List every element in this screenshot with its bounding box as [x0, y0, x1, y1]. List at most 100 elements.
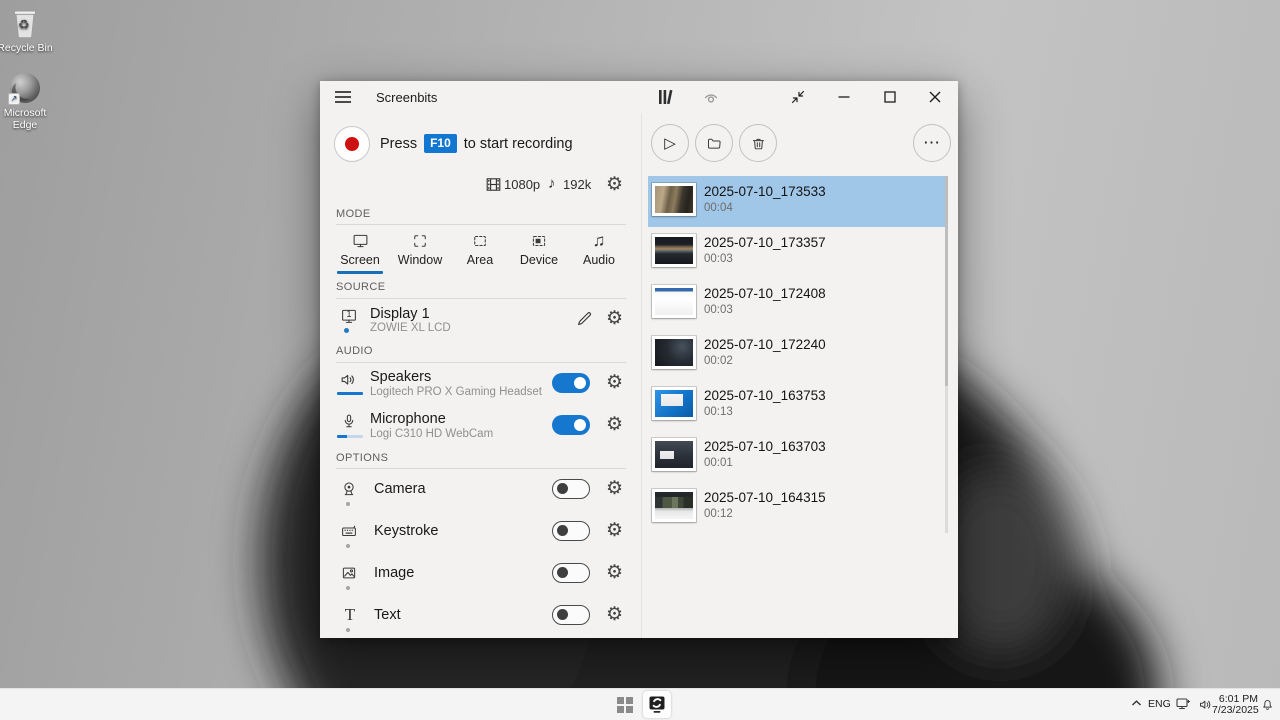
tray-clock[interactable]: 6:01 PM 7/23/2025 — [1212, 694, 1258, 716]
close-button[interactable] — [912, 81, 958, 113]
recording-thumbnail — [652, 285, 696, 318]
text-status-dot — [346, 628, 350, 632]
video-quality-value[interactable]: 1080p — [504, 177, 540, 192]
image-status-dot — [346, 586, 350, 590]
open-folder-button[interactable] — [695, 124, 733, 162]
window-icon — [391, 231, 449, 250]
desktop-icon-recycle-bin[interactable]: ♻ Recycle Bin — [0, 8, 57, 54]
text-toggle[interactable] — [552, 605, 590, 625]
camera-icon — [340, 480, 358, 498]
video-quality-icon — [486, 177, 501, 192]
screen-icon — [331, 231, 389, 250]
source-section-label: SOURCE — [336, 281, 385, 293]
record-hint: Press F10 to start recording — [380, 135, 573, 154]
desktop-icon-microsoft-edge[interactable]: ↗ Microsoft Edge — [0, 73, 57, 131]
recording-row[interactable]: 2025-07-10_163753 00:13 — [648, 380, 948, 431]
recording-thumbnail — [652, 183, 696, 216]
recording-thumbnail — [652, 438, 696, 471]
hamburger-menu-button[interactable] — [334, 89, 354, 105]
minimize-button[interactable] — [821, 81, 867, 113]
keystroke-settings-gear-icon[interactable]: ⚙ — [606, 521, 623, 540]
speakers-toggle[interactable] — [552, 373, 590, 393]
divider — [336, 362, 626, 363]
recording-thumbnail — [652, 336, 696, 369]
tab-area[interactable]: Area — [451, 231, 509, 267]
keystroke-toggle[interactable] — [552, 521, 590, 541]
list-scrollbar[interactable] — [945, 176, 948, 533]
source-subtitle: ZOWIE XL LCD — [370, 322, 451, 334]
taskbar-screenbits-button[interactable] — [643, 691, 671, 718]
microphone-toggle[interactable] — [552, 415, 590, 435]
recording-row[interactable]: 2025-07-10_173357 00:03 — [648, 227, 948, 278]
pane-divider — [641, 113, 642, 638]
screenbits-logo-icon — [648, 696, 666, 714]
start-button[interactable] — [617, 697, 633, 713]
tray-chevron-icon[interactable] — [1131, 698, 1142, 709]
mode-section-label: MODE — [336, 208, 371, 220]
tray-network-icon[interactable] — [1175, 696, 1191, 712]
tray-language[interactable]: ENG — [1148, 698, 1171, 710]
divider — [336, 298, 626, 299]
image-toggle[interactable] — [552, 563, 590, 583]
camera-label: Camera — [374, 481, 426, 497]
recording-row[interactable]: 2025-07-10_172408 00:03 — [648, 278, 948, 329]
recording-row[interactable]: 2025-07-10_172240 00:02 — [648, 329, 948, 380]
window-title: Screenbits — [376, 90, 437, 105]
ellipsis-icon: ⋯ — [923, 133, 941, 153]
hotkey-badge: F10 — [424, 134, 457, 153]
speakers-subtitle: Logitech PRO X Gaming Headset — [370, 386, 542, 398]
microphone-settings-gear-icon[interactable]: ⚙ — [606, 415, 623, 434]
recording-row[interactable]: 2025-07-10_163703 00:01 — [648, 431, 948, 482]
keystroke-label: Keystroke — [374, 523, 438, 539]
taskbar: ENG 6:01 PM 7/23/2025 — [0, 688, 1280, 720]
record-indicator-icon[interactable] — [701, 87, 723, 107]
tab-screen[interactable]: Screen — [331, 231, 389, 274]
display-icon: 1 — [340, 307, 358, 324]
recording-row[interactable]: 2025-07-10_164315 00:12 — [648, 482, 948, 533]
more-options-button[interactable]: ⋯ — [913, 124, 951, 162]
record-dot-icon — [345, 137, 359, 151]
audio-notes-icon: ♫ — [570, 231, 628, 250]
play-button[interactable]: ▷ — [651, 124, 689, 162]
press-label: Press — [380, 136, 417, 152]
tab-device[interactable]: Device — [510, 231, 568, 267]
recycle-bin-icon: ♻ — [12, 8, 38, 38]
delete-button[interactable] — [739, 124, 777, 162]
recording-row[interactable]: 2025-07-10_173533 00:04 — [648, 176, 948, 227]
trash-icon — [750, 135, 767, 152]
recording-thumbnail — [652, 489, 696, 522]
library-button[interactable] — [656, 87, 678, 107]
speakers-settings-gear-icon[interactable]: ⚙ — [606, 373, 623, 392]
area-icon — [451, 231, 509, 250]
quality-settings-gear-icon[interactable]: ⚙ — [606, 175, 623, 194]
tab-audio[interactable]: ♫ Audio — [570, 231, 628, 267]
camera-toggle[interactable] — [552, 479, 590, 499]
source-settings-gear-icon[interactable]: ⚙ — [606, 309, 623, 328]
compact-mode-button[interactable] — [775, 81, 821, 113]
tray-volume-icon[interactable] — [1198, 697, 1213, 712]
divider — [336, 468, 626, 469]
speakers-level-meter — [337, 392, 363, 395]
tray-notifications-bell-icon[interactable] — [1260, 696, 1275, 712]
record-button[interactable] — [334, 126, 370, 162]
recording-thumbnail — [652, 234, 696, 267]
image-settings-gear-icon[interactable]: ⚙ — [606, 563, 623, 582]
record-hint-suffix: to start recording — [464, 136, 573, 152]
image-icon — [340, 564, 358, 582]
camera-settings-gear-icon[interactable]: ⚙ — [606, 479, 623, 498]
windows-logo-icon — [617, 697, 633, 713]
tray-date: 7/23/2025 — [1212, 705, 1258, 716]
screenbits-window: Screenbits Press F10 to start recording — [320, 81, 958, 638]
microphone-icon — [340, 412, 358, 431]
source-title[interactable]: Display 1 — [370, 306, 430, 322]
audio-quality-value[interactable]: 192k — [563, 177, 591, 192]
edit-source-pencil-icon[interactable] — [575, 309, 594, 328]
camera-status-dot — [346, 502, 350, 506]
keyboard-icon — [340, 522, 358, 540]
edge-icon: ↗ — [10, 73, 40, 103]
tab-window[interactable]: Window — [391, 231, 449, 267]
maximize-button[interactable] — [867, 81, 913, 113]
text-settings-gear-icon[interactable]: ⚙ — [606, 605, 623, 624]
scrollbar-thumb[interactable] — [945, 176, 948, 386]
desktop: ♻ Recycle Bin ↗ Microsoft Edge Screenbit… — [0, 0, 1280, 720]
